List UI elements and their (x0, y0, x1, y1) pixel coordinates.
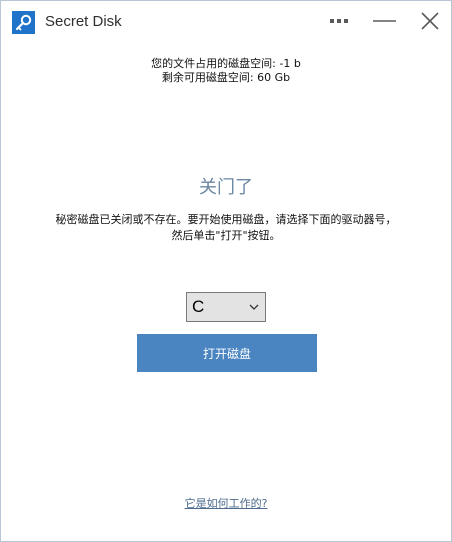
minimize-button[interactable] (364, 1, 404, 41)
chevron-down-icon (249, 304, 259, 310)
drive-letter-select[interactable]: C (186, 292, 266, 322)
more-options-button[interactable] (323, 1, 357, 41)
close-button[interactable] (411, 1, 449, 41)
drive-letter-value: C (192, 297, 205, 316)
window-title: Secret Disk (45, 13, 122, 30)
close-icon (421, 12, 439, 30)
instructions-line-1: 秘密磁盘已关闭或不存在。要开始使用磁盘，请选择下面的驱动器号， (55, 213, 397, 226)
app-window: Secret Disk 您的文件占用的磁盘空间: -1 b 剩余可用磁盘空间: … (0, 0, 452, 542)
free-space-text: 剩余可用磁盘空间: 60 Gb (161, 71, 291, 84)
status-heading: 关门了 (199, 177, 253, 198)
used-space-text: 您的文件占用的磁盘空间: -1 b (151, 57, 301, 70)
open-disk-button[interactable]: 打开磁盘 (137, 334, 317, 372)
how-it-works-link[interactable]: 它是如何工作的? (1, 497, 451, 511)
more-icon (330, 19, 348, 23)
instructions-line-2: 然后单击"打开"按钮。 (171, 229, 281, 242)
minimize-icon (373, 20, 396, 22)
key-icon (12, 11, 35, 34)
title-bar[interactable]: Secret Disk (1, 1, 451, 43)
instructions-text: 秘密磁盘已关闭或不存在。要开始使用磁盘，请选择下面的驱动器号， 然后单击"打开"… (1, 212, 451, 244)
disk-usage-info: 您的文件占用的磁盘空间: -1 b 剩余可用磁盘空间: 60 Gb (1, 57, 451, 85)
